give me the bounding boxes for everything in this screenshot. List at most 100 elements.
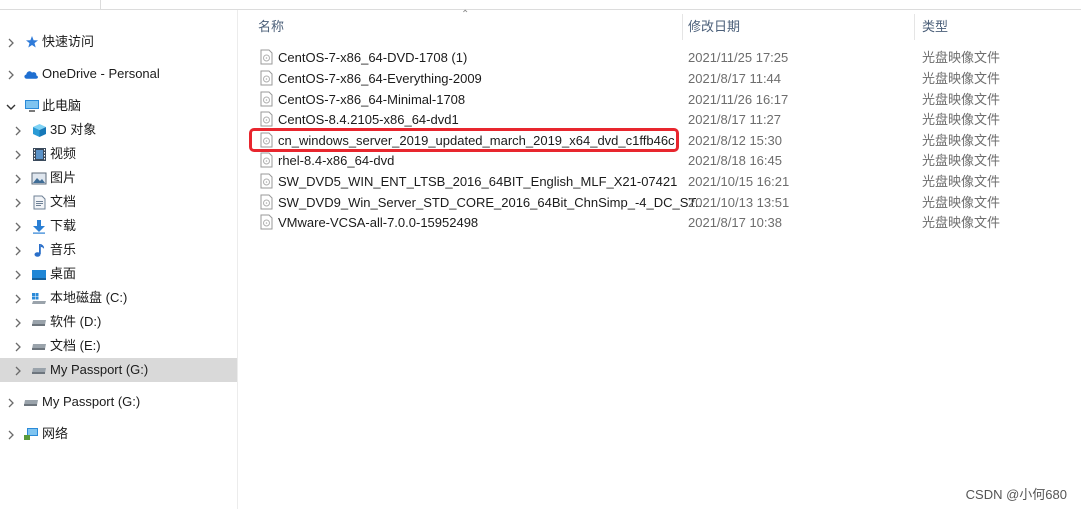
- sidebar-item-network[interactable]: 网络: [0, 422, 237, 446]
- file-date: 2021/10/13 13:51: [688, 195, 790, 210]
- sidebar-item-label: 下载: [50, 218, 77, 233]
- file-type: 光盘映像文件: [922, 133, 1001, 148]
- file-date: 2021/8/18 16:45: [688, 153, 782, 168]
- table-row[interactable]: SW_DVD5_WIN_ENT_LTSB_2016_64BIT_English_…: [253, 171, 1081, 192]
- sidebar-item-my-passport[interactable]: My Passport (G:): [0, 390, 237, 414]
- column-header-type[interactable]: 类型: [922, 10, 1072, 40]
- watermark: CSDN @小何680: [965, 487, 1067, 502]
- sidebar-item-label: 视频: [50, 146, 77, 161]
- red-highlight-box: [249, 128, 679, 152]
- file-name: rhel-8.4-x86_64-dvd: [278, 153, 395, 168]
- sidebar-item-downloads[interactable]: 下载: [0, 214, 237, 238]
- cloud-icon: [23, 66, 39, 82]
- sidebar-item-label: My Passport (G:): [42, 394, 141, 409]
- sidebar-item-label: OneDrive - Personal: [42, 66, 160, 81]
- sidebar-item-drive-e[interactable]: 文档 (E:): [0, 334, 237, 358]
- file-name: SW_DVD9_Win_Server_STD_CORE_2016_64Bit_C…: [278, 195, 706, 210]
- pane-divider[interactable]: [237, 10, 238, 509]
- sidebar-item-label: 桌面: [50, 266, 77, 281]
- star-icon: [24, 34, 40, 50]
- chevron-right-icon[interactable]: [5, 69, 16, 80]
- file-name: SW_DVD5_WIN_ENT_LTSB_2016_64BIT_English_…: [278, 174, 678, 189]
- file-date: 2021/10/15 16:21: [688, 174, 790, 189]
- sidebar-item-videos[interactable]: 视频: [0, 142, 237, 166]
- sidebar-item-drive-d[interactable]: 软件 (D:): [0, 310, 237, 334]
- chevron-right-icon[interactable]: [12, 317, 23, 328]
- file-date: 2021/8/17 11:27: [688, 112, 782, 127]
- drive-icon: [31, 362, 47, 378]
- sidebar-item-documents[interactable]: 文档: [0, 190, 237, 214]
- sidebar-item-label: 音乐: [50, 242, 77, 257]
- file-name: CentOS-7-x86_64-DVD-1708 (1): [278, 50, 468, 65]
- chevron-right-icon[interactable]: [12, 149, 23, 160]
- back-nav-area[interactable]: [0, 0, 100, 10]
- sidebar-item-3d-objects[interactable]: 3D 对象: [0, 118, 237, 142]
- table-row[interactable]: CentOS-7-x86_64-Everything-2009 2021/8/1…: [253, 68, 1081, 89]
- sidebar-item-onedrive[interactable]: OneDrive - Personal: [0, 62, 237, 86]
- address-bar-strip: [0, 0, 1081, 10]
- file-name: VMware-VCSA-all-7.0.0-15952498: [278, 215, 479, 230]
- chevron-right-icon[interactable]: [12, 341, 23, 352]
- chevron-down-icon[interactable]: [5, 101, 16, 112]
- table-row[interactable]: CentOS-8.4.2105-x86_64-dvd1 2021/8/17 11…: [253, 109, 1081, 130]
- chevron-right-icon[interactable]: [12, 245, 23, 256]
- disc-image-file-icon: [260, 173, 273, 192]
- disc-image-file-icon: [260, 70, 273, 89]
- file-date: 2021/11/25 17:25: [688, 50, 789, 65]
- sidebar-item-desktop[interactable]: 桌面: [0, 262, 237, 286]
- column-resize-handle[interactable]: [682, 14, 683, 40]
- file-date: 2021/8/17 10:38: [688, 215, 782, 230]
- sidebar-item-label: 软件 (D:): [50, 314, 102, 329]
- chevron-right-icon[interactable]: [5, 397, 16, 408]
- file-type: 光盘映像文件: [922, 112, 1001, 127]
- file-name: CentOS-7-x86_64-Minimal-1708: [278, 92, 466, 107]
- chevron-right-icon[interactable]: [12, 269, 23, 280]
- column-header-name[interactable]: 名称: [258, 10, 682, 40]
- file-type: 光盘映像文件: [922, 195, 1001, 210]
- file-type: 光盘映像文件: [922, 174, 1001, 189]
- chevron-right-icon[interactable]: [12, 173, 23, 184]
- table-row[interactable]: CentOS-7-x86_64-Minimal-1708 2021/11/26 …: [253, 89, 1081, 110]
- sidebar-item-my-passport-selected[interactable]: My Passport (G:): [0, 358, 237, 382]
- sidebar-item-label: 此电脑: [42, 98, 82, 113]
- drive-icon: [31, 314, 47, 330]
- image-icon: [31, 170, 47, 186]
- file-name: CentOS-8.4.2105-x86_64-dvd1: [278, 112, 459, 127]
- chevron-right-icon[interactable]: [12, 293, 23, 304]
- network-icon: [23, 426, 39, 442]
- sidebar-item-drive-c[interactable]: 本地磁盘 (C:): [0, 286, 237, 310]
- sidebar-item-music[interactable]: 音乐: [0, 238, 237, 262]
- sidebar-item-label: 快速访问: [42, 34, 95, 49]
- sidebar-item-this-pc[interactable]: 此电脑: [0, 94, 237, 118]
- desktop-icon: [31, 266, 47, 282]
- navigation-pane: 快速访问 OneDrive - Personal 此电脑 3D 对象 视频 图片…: [0, 10, 237, 509]
- file-type: 光盘映像文件: [922, 50, 1001, 65]
- sidebar-item-label: 文档 (E:): [50, 338, 101, 353]
- document-icon: [31, 194, 47, 210]
- computer-icon: [24, 98, 40, 114]
- chevron-right-icon[interactable]: [12, 197, 23, 208]
- column-header-date[interactable]: 修改日期: [688, 10, 914, 40]
- table-row[interactable]: rhel-8.4-x86_64-dvd 2021/8/18 16:45 光盘映像…: [253, 150, 1081, 171]
- drive-icon: [31, 338, 47, 354]
- file-date: 2021/11/26 16:17: [688, 92, 789, 107]
- chevron-right-icon[interactable]: [12, 221, 23, 232]
- chevron-right-icon[interactable]: [12, 125, 23, 136]
- sidebar-item-quick-access[interactable]: 快速访问: [0, 30, 237, 54]
- column-resize-handle[interactable]: [914, 14, 915, 40]
- file-type: 光盘映像文件: [922, 92, 1001, 107]
- sidebar-item-label: My Passport (G:): [50, 362, 149, 377]
- disc-image-file-icon: [260, 91, 273, 110]
- windows-drive-icon: [31, 290, 47, 306]
- file-type: 光盘映像文件: [922, 153, 1001, 168]
- chevron-right-icon[interactable]: [12, 365, 23, 376]
- chevron-right-icon[interactable]: [5, 37, 16, 48]
- chevron-right-icon[interactable]: [5, 429, 16, 440]
- table-row[interactable]: VMware-VCSA-all-7.0.0-15952498 2021/8/17…: [253, 212, 1081, 233]
- cube-icon: [31, 122, 47, 138]
- address-bar[interactable]: [100, 0, 1081, 10]
- sidebar-item-pictures[interactable]: 图片: [0, 166, 237, 190]
- table-row[interactable]: SW_DVD9_Win_Server_STD_CORE_2016_64Bit_C…: [253, 192, 1081, 213]
- file-type: 光盘映像文件: [922, 215, 1001, 230]
- table-row[interactable]: CentOS-7-x86_64-DVD-1708 (1) 2021/11/25 …: [253, 47, 1081, 68]
